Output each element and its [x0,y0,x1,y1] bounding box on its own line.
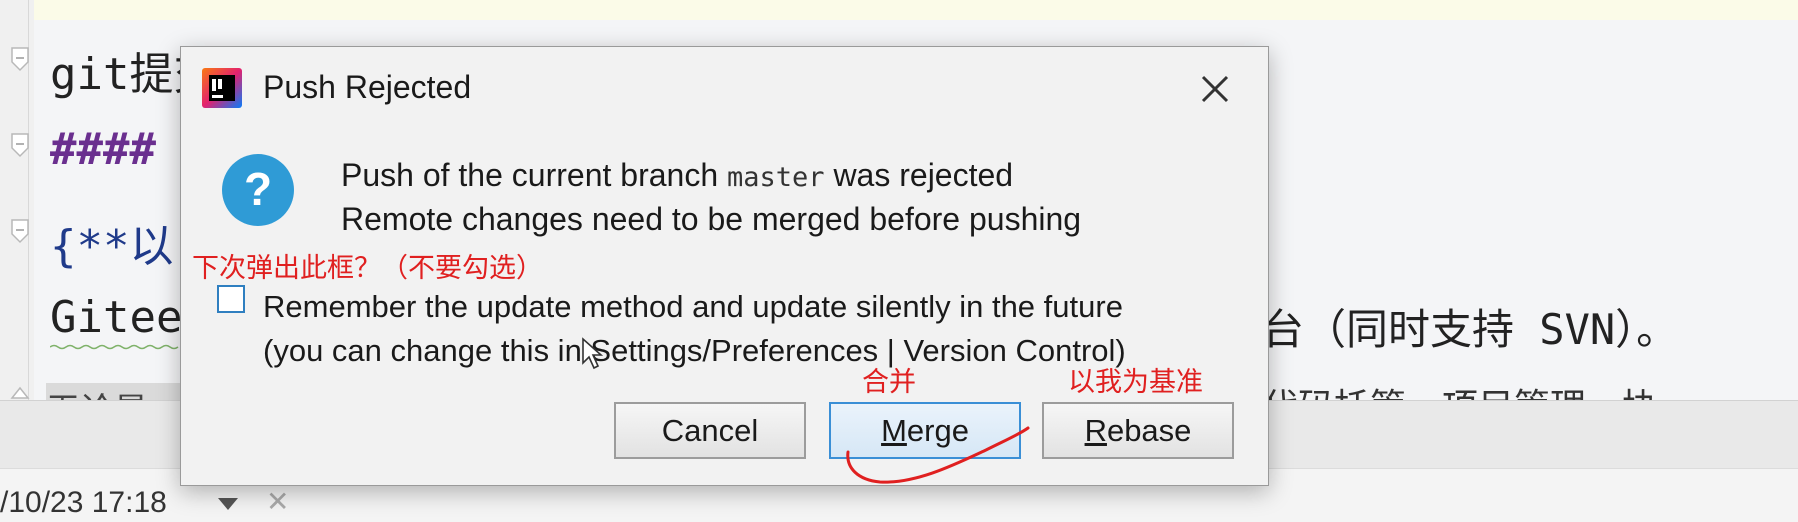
highlighted-line [0,0,1798,20]
question-icon: ? [222,154,294,226]
dropdown-arrow-icon[interactable] [218,498,238,510]
fold-marker-icon[interactable] [10,132,30,158]
remember-checkbox-hint: (you can change this in Settings/Prefere… [263,333,1126,368]
button-label: Cancel [661,412,759,448]
dialog-title-bar[interactable]: Push Rejected [181,47,1268,127]
annotation-underline-stroke [846,426,1030,484]
code-line-tail: 台（同时支持 SVN）。 [1262,305,1679,354]
close-icon[interactable]: ✕ [266,485,289,518]
code-line: Gitee [50,292,183,343]
timestamp: /10/23 17:18 [0,486,167,519]
mouse-cursor-icon [582,337,604,370]
dialog-title: Push Rejected [263,69,472,105]
message-text: Push of the current branch [341,157,727,193]
code-line: #### [50,124,156,175]
annotation-checkbox-note: 下次弹出此框？（不要勾选） [192,253,543,284]
message-text: was rejected [824,157,1014,193]
remember-checkbox[interactable] [217,285,245,313]
button-label: ebase [1106,412,1192,448]
fold-marker-icon[interactable] [10,218,30,244]
spellcheck-squiggle [50,344,179,350]
branch-name: master [727,162,825,193]
dialog-message-detail: Remote changes need to be merged before … [341,201,1082,237]
dialog-message: Push of the current branch master was re… [341,157,1013,194]
code-line-tail: 代码托管、项目管理、协 [1262,378,1658,402]
code-line: 无论是 [46,383,186,400]
annotation-rebase-note: 以我为基准 [1068,367,1203,398]
button-mnemonic: R [1084,412,1107,448]
remember-checkbox-label[interactable]: Remember the update method and update si… [263,289,1123,325]
intellij-icon [202,68,242,108]
svg-text:?: ? [244,163,272,215]
annotation-merge-note: 合并 [862,367,916,398]
fold-marker-icon[interactable] [10,46,30,72]
close-icon[interactable] [1189,63,1241,115]
rebase-button[interactable]: Rebase [1042,402,1234,459]
code-line: {**以 [50,221,174,272]
cancel-button[interactable]: Cancel [614,402,806,459]
